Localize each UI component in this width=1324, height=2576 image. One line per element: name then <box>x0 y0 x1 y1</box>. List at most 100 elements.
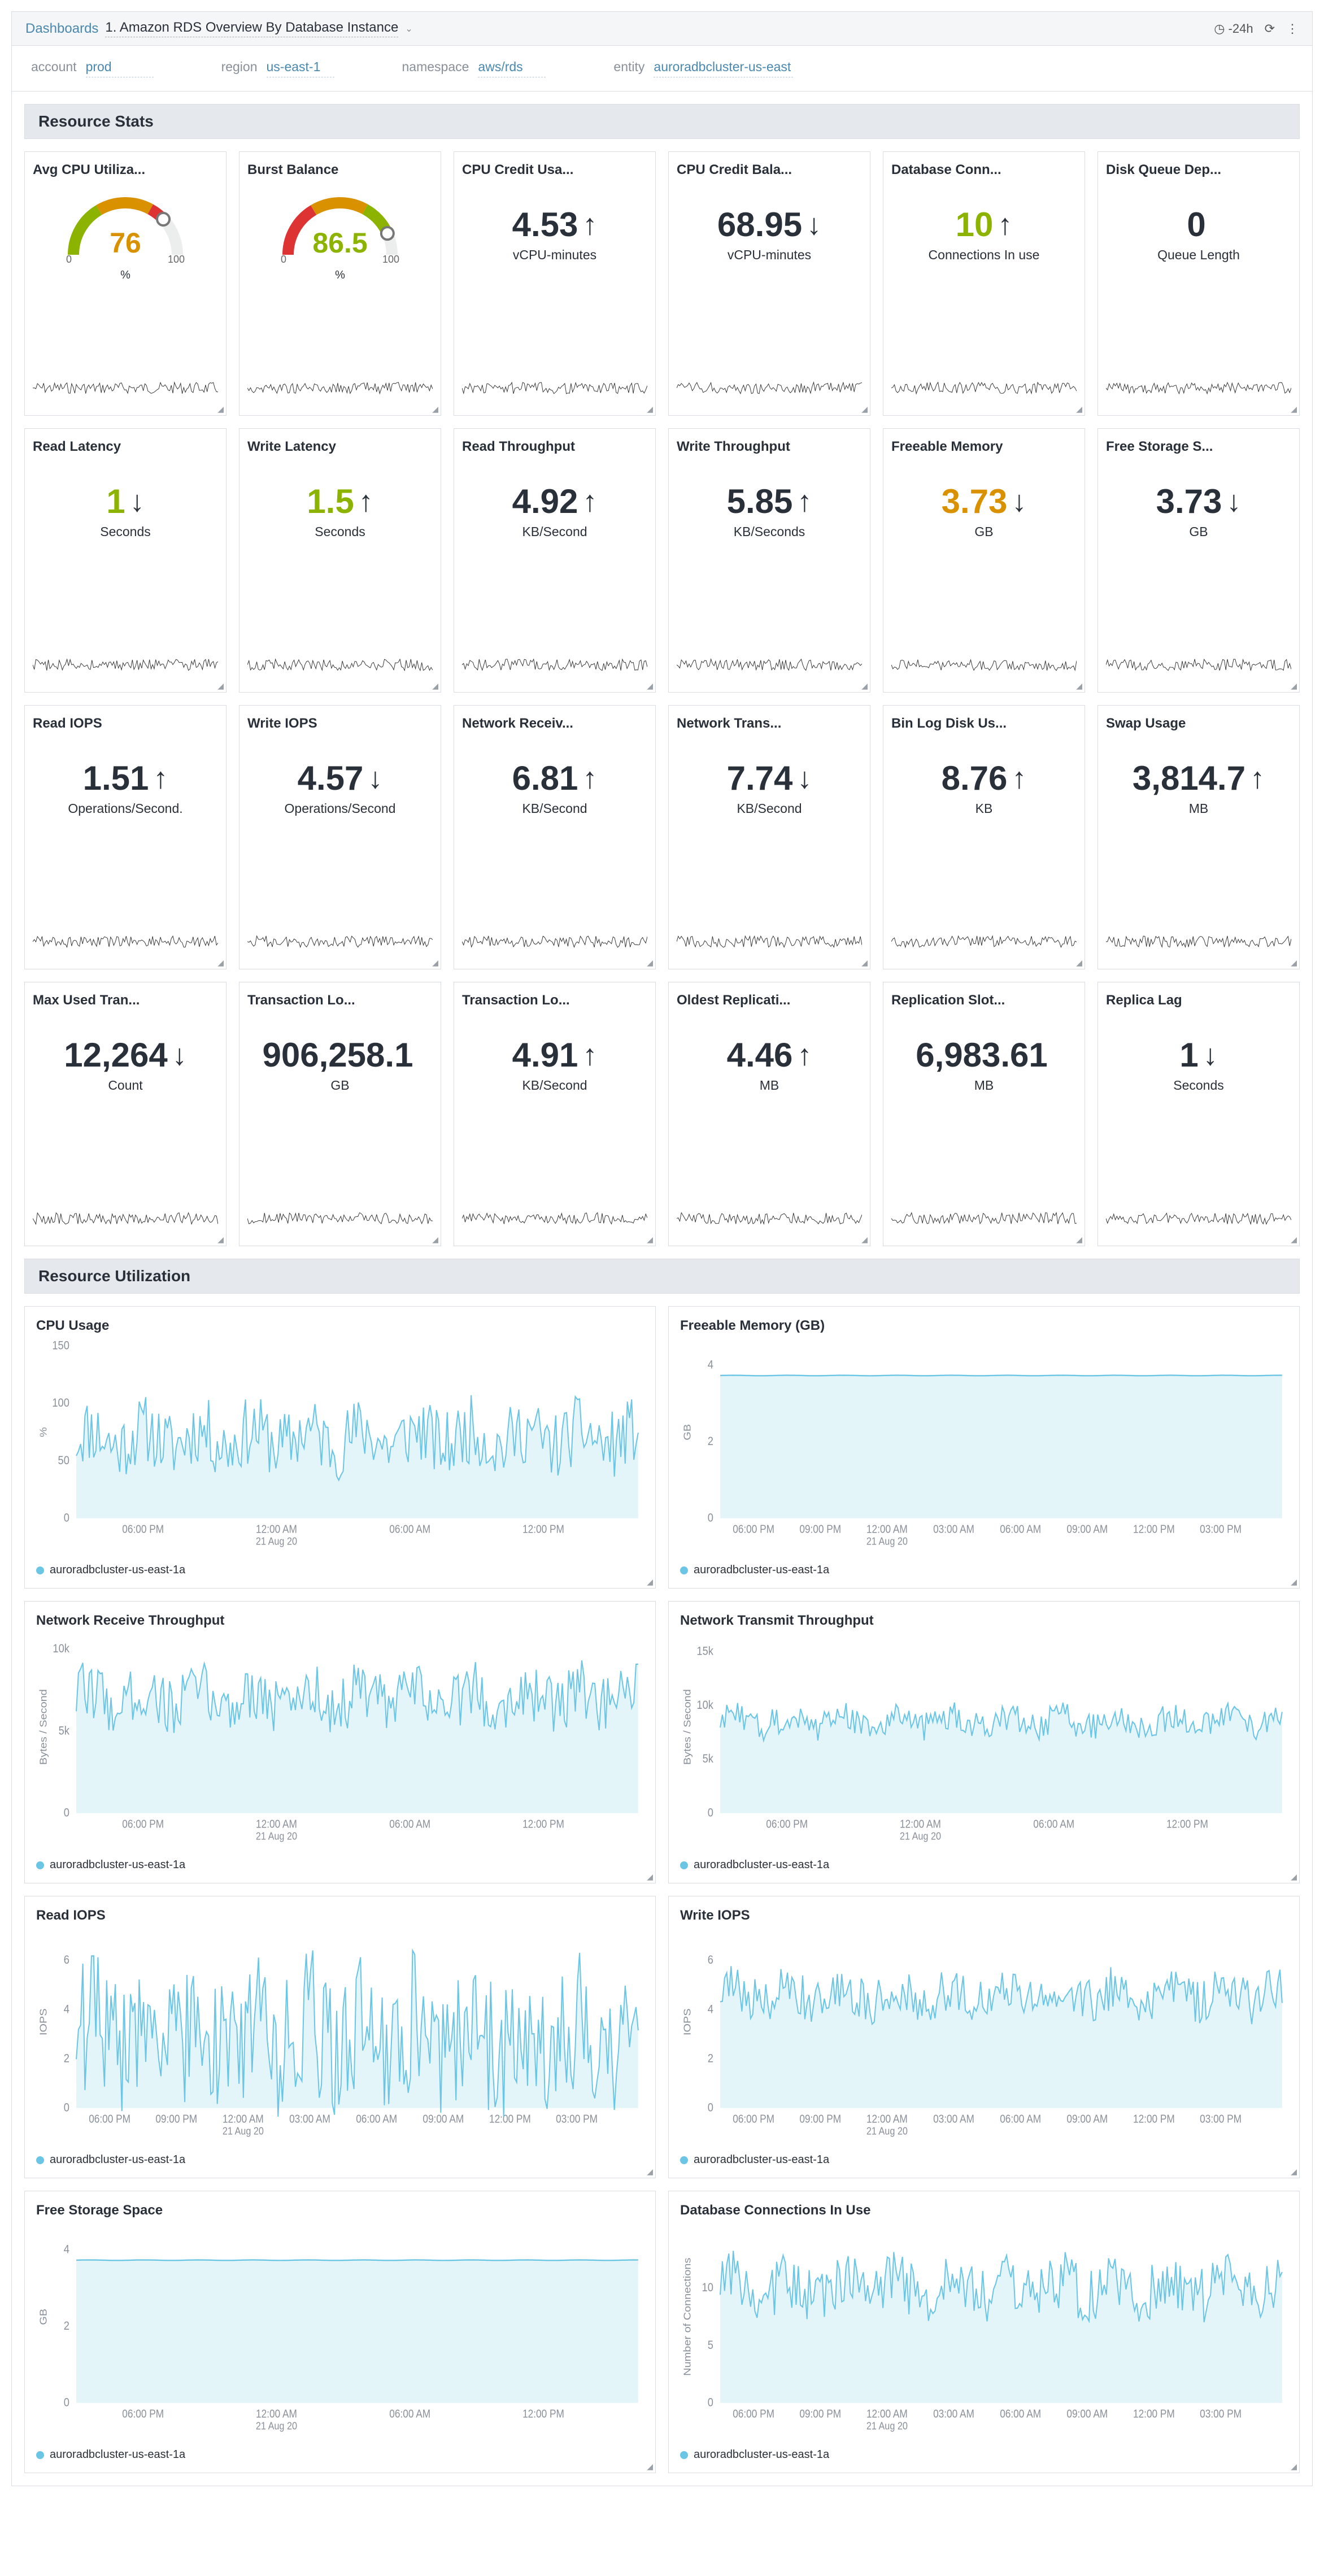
resize-handle-icon[interactable]: ◢ <box>217 404 224 414</box>
stat-card[interactable]: Disk Queue Dep... 0 Queue Length◢ <box>1097 151 1300 416</box>
stat-card[interactable]: CPU Credit Usa... 4.53 ↑ vCPU-minutes◢ <box>454 151 656 416</box>
resize-handle-icon[interactable]: ◢ <box>861 1235 868 1245</box>
resize-handle-icon[interactable]: ◢ <box>1291 1577 1297 1587</box>
stat-card[interactable]: Avg CPU Utiliza... 76 0100 % ◢ <box>24 151 227 416</box>
svg-text:09:00 AM: 09:00 AM <box>1066 2407 1108 2420</box>
charts-grid: CPU Usage 050100150%06:00 PM12:00 AM21 A… <box>24 1306 1300 2473</box>
stat-card[interactable]: Database Conn... 10 ↑ Connections In use… <box>883 151 1085 416</box>
stat-card[interactable]: Replica Lag 1 ↓ Seconds◢ <box>1097 982 1300 1246</box>
stat-card[interactable]: Free Storage S... 3.73 ↓ GB◢ <box>1097 428 1300 693</box>
resize-handle-icon[interactable]: ◢ <box>647 1577 653 1587</box>
stat-card[interactable]: Write IOPS 4.57 ↓ Operations/Second◢ <box>239 705 441 969</box>
resize-handle-icon[interactable]: ◢ <box>861 681 868 691</box>
filter-entity[interactable]: entity auroradbcluster-us-east <box>613 59 793 77</box>
stat-unit: KB/Second <box>677 801 862 816</box>
resize-handle-icon[interactable]: ◢ <box>1076 404 1082 414</box>
stat-card[interactable]: CPU Credit Bala... 68.95 ↓ vCPU-minutes◢ <box>668 151 870 416</box>
stat-title: Read Throughput <box>462 439 647 455</box>
stat-card[interactable]: Read Latency 1 ↓ Seconds◢ <box>24 428 227 693</box>
stat-card[interactable]: Burst Balance 86.5 0100 % ◢ <box>239 151 441 416</box>
stats-grid: Avg CPU Utiliza... 76 0100 % ◢Burst Bala… <box>24 151 1300 1246</box>
resize-handle-icon[interactable]: ◢ <box>217 681 224 691</box>
stat-card[interactable]: Network Trans... 7.74 ↓ KB/Second◢ <box>668 705 870 969</box>
resize-handle-icon[interactable]: ◢ <box>217 958 224 968</box>
filter-region[interactable]: region us-east-1 <box>221 59 334 77</box>
stat-card[interactable]: Transaction Lo... 4.91 ↑ KB/Second◢ <box>454 982 656 1246</box>
svg-text:5k: 5k <box>59 1724 69 1738</box>
stat-title: Network Receiv... <box>462 716 647 732</box>
stat-card[interactable]: Write Latency 1.5 ↑ Seconds◢ <box>239 428 441 693</box>
more-icon[interactable]: ⋮ <box>1286 21 1299 36</box>
stat-card[interactable]: Read IOPS 1.51 ↑ Operations/Second.◢ <box>24 705 227 969</box>
filter-account[interactable]: account prod <box>31 59 154 77</box>
chart-card[interactable]: CPU Usage 050100150%06:00 PM12:00 AM21 A… <box>24 1306 656 1589</box>
stat-card[interactable]: Bin Log Disk Us... 8.76 ↑ KB◢ <box>883 705 1085 969</box>
svg-text:12:00 AM: 12:00 AM <box>900 1817 941 1830</box>
stat-card[interactable]: Oldest Replicati... 4.46 ↑ MB◢ <box>668 982 870 1246</box>
stat-card[interactable]: Replication Slot... 6,983.61 MB◢ <box>883 982 1085 1246</box>
filter-namespace[interactable]: namespace aws/rds <box>402 59 546 77</box>
resize-handle-icon[interactable]: ◢ <box>861 958 868 968</box>
resize-handle-icon[interactable]: ◢ <box>647 1235 653 1245</box>
resize-handle-icon[interactable]: ◢ <box>647 2462 653 2471</box>
resize-handle-icon[interactable]: ◢ <box>647 404 653 414</box>
refresh-icon[interactable]: ⟳ <box>1265 21 1275 36</box>
svg-text:06:00 PM: 06:00 PM <box>122 2407 164 2420</box>
chevron-down-icon[interactable]: ⌄ <box>405 23 412 34</box>
chart-card[interactable]: Read IOPS 0246IOPS06:00 PM09:00 PM12:00 … <box>24 1896 656 2178</box>
resize-handle-icon[interactable]: ◢ <box>1291 2167 1297 2177</box>
svg-text:6: 6 <box>64 1953 69 1967</box>
clock-icon[interactable]: ◷ -24h <box>1214 21 1253 36</box>
stat-card[interactable]: Network Receiv... 6.81 ↑ KB/Second◢ <box>454 705 656 969</box>
resize-handle-icon[interactable]: ◢ <box>861 404 868 414</box>
stat-card[interactable]: Freeable Memory 3.73 ↓ GB◢ <box>883 428 1085 693</box>
chart-card[interactable]: Write IOPS 0246IOPS06:00 PM09:00 PM12:00… <box>668 1896 1300 2178</box>
chart-card[interactable]: Network Transmit Throughput 05k10k15kByt… <box>668 1601 1300 1883</box>
chart-card[interactable]: Network Receive Throughput 05k10kBytes /… <box>24 1601 656 1883</box>
resize-handle-icon[interactable]: ◢ <box>1076 958 1082 968</box>
resize-handle-icon[interactable]: ◢ <box>1291 1872 1297 1882</box>
stat-title: Network Trans... <box>677 716 862 732</box>
resize-handle-icon[interactable]: ◢ <box>217 1235 224 1245</box>
stat-value: 12,264 <box>64 1035 168 1074</box>
resize-handle-icon[interactable]: ◢ <box>432 1235 438 1245</box>
svg-text:06:00 PM: 06:00 PM <box>89 2112 130 2125</box>
resize-handle-icon[interactable]: ◢ <box>1291 1235 1297 1245</box>
svg-text:2: 2 <box>64 2052 69 2065</box>
resize-handle-icon[interactable]: ◢ <box>1291 958 1297 968</box>
stat-value: 3,814.7 <box>1133 759 1245 798</box>
resize-handle-icon[interactable]: ◢ <box>1076 681 1082 691</box>
resize-handle-icon[interactable]: ◢ <box>1291 2462 1297 2471</box>
stat-title: Transaction Lo... <box>462 993 647 1008</box>
svg-text:0: 0 <box>708 2101 713 2114</box>
chart-card[interactable]: Database Connections In Use 0510Number o… <box>668 2191 1300 2473</box>
trend-arrow-icon: ↑ <box>1250 762 1265 795</box>
resize-handle-icon[interactable]: ◢ <box>647 681 653 691</box>
dashboard-title[interactable]: 1. Amazon RDS Overview By Database Insta… <box>105 20 398 37</box>
svg-text:09:00 AM: 09:00 AM <box>423 2112 464 2125</box>
resize-handle-icon[interactable]: ◢ <box>1291 681 1297 691</box>
resize-handle-icon[interactable]: ◢ <box>432 404 438 414</box>
stat-card[interactable]: Read Throughput 4.92 ↑ KB/Second◢ <box>454 428 656 693</box>
resize-handle-icon[interactable]: ◢ <box>432 681 438 691</box>
resize-handle-icon[interactable]: ◢ <box>647 2167 653 2177</box>
chart-card[interactable]: Free Storage Space 024GB06:00 PM12:00 AM… <box>24 2191 656 2473</box>
trend-arrow-icon: ↓ <box>797 762 812 795</box>
resize-handle-icon[interactable]: ◢ <box>432 958 438 968</box>
resize-handle-icon[interactable]: ◢ <box>1076 1235 1082 1245</box>
stat-card[interactable]: Max Used Tran... 12,264 ↓ Count◢ <box>24 982 227 1246</box>
breadcrumb-root[interactable]: Dashboards <box>25 21 98 37</box>
resize-handle-icon[interactable]: ◢ <box>647 1872 653 1882</box>
resize-handle-icon[interactable]: ◢ <box>1291 404 1297 414</box>
resize-handle-icon[interactable]: ◢ <box>647 958 653 968</box>
stat-card[interactable]: Write Throughput 5.85 ↑ KB/Seconds◢ <box>668 428 870 693</box>
chart-card[interactable]: Freeable Memory (GB) 024GB06:00 PM09:00 … <box>668 1306 1300 1589</box>
stat-unit: KB/Seconds <box>677 524 862 539</box>
svg-text:06:00 AM: 06:00 AM <box>1000 2407 1041 2420</box>
stat-card[interactable]: Transaction Lo... 906,258.1 GB◢ <box>239 982 441 1246</box>
chart-plot: 024GB06:00 PM09:00 PM12:00 AM21 Aug 2003… <box>680 1339 1288 1558</box>
svg-text:06:00 AM: 06:00 AM <box>389 2407 430 2420</box>
svg-text:21 Aug 20: 21 Aug 20 <box>866 2125 908 2136</box>
svg-text:4: 4 <box>64 2243 69 2256</box>
stat-card[interactable]: Swap Usage 3,814.7 ↑ MB◢ <box>1097 705 1300 969</box>
